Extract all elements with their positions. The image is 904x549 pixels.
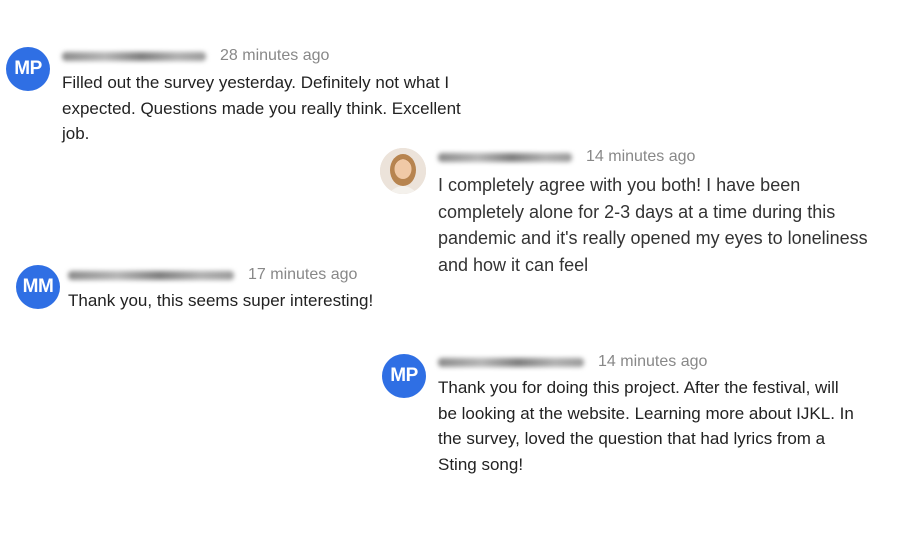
comment-text: Thank you, this seems super interesting! xyxy=(68,291,374,310)
avatar-initials: MM xyxy=(22,276,54,297)
avatar[interactable]: MP xyxy=(382,354,426,398)
comment-text: I completely agree with you both! I have… xyxy=(438,175,868,275)
author-name-redacted[interactable] xyxy=(438,357,584,367)
comment-meta: 28 minutes ago xyxy=(62,47,329,65)
user-photo-avatar-icon[interactable] xyxy=(380,148,426,194)
avatar-initials: MP xyxy=(14,58,42,79)
author-name-redacted[interactable] xyxy=(62,51,206,61)
author-name-redacted[interactable] xyxy=(68,270,234,280)
timestamp: 17 minutes ago xyxy=(248,266,358,283)
author-name-redacted[interactable] xyxy=(438,152,572,162)
comment-meta: 14 minutes ago xyxy=(438,148,695,166)
comment-meta: 17 minutes ago xyxy=(68,266,357,284)
portrait-icon xyxy=(380,148,426,194)
avatar[interactable]: MM xyxy=(16,265,60,309)
avatar[interactable]: MP xyxy=(6,47,50,91)
comment-text: Filled out the survey yesterday. Definit… xyxy=(62,73,461,143)
timestamp: 14 minutes ago xyxy=(598,353,708,370)
comment-meta: 14 minutes ago xyxy=(438,353,707,371)
timestamp: 28 minutes ago xyxy=(220,47,330,64)
timestamp: 14 minutes ago xyxy=(586,148,696,165)
avatar-initials: MP xyxy=(390,365,418,386)
comment-text: Thank you for doing this project. After … xyxy=(438,378,854,474)
